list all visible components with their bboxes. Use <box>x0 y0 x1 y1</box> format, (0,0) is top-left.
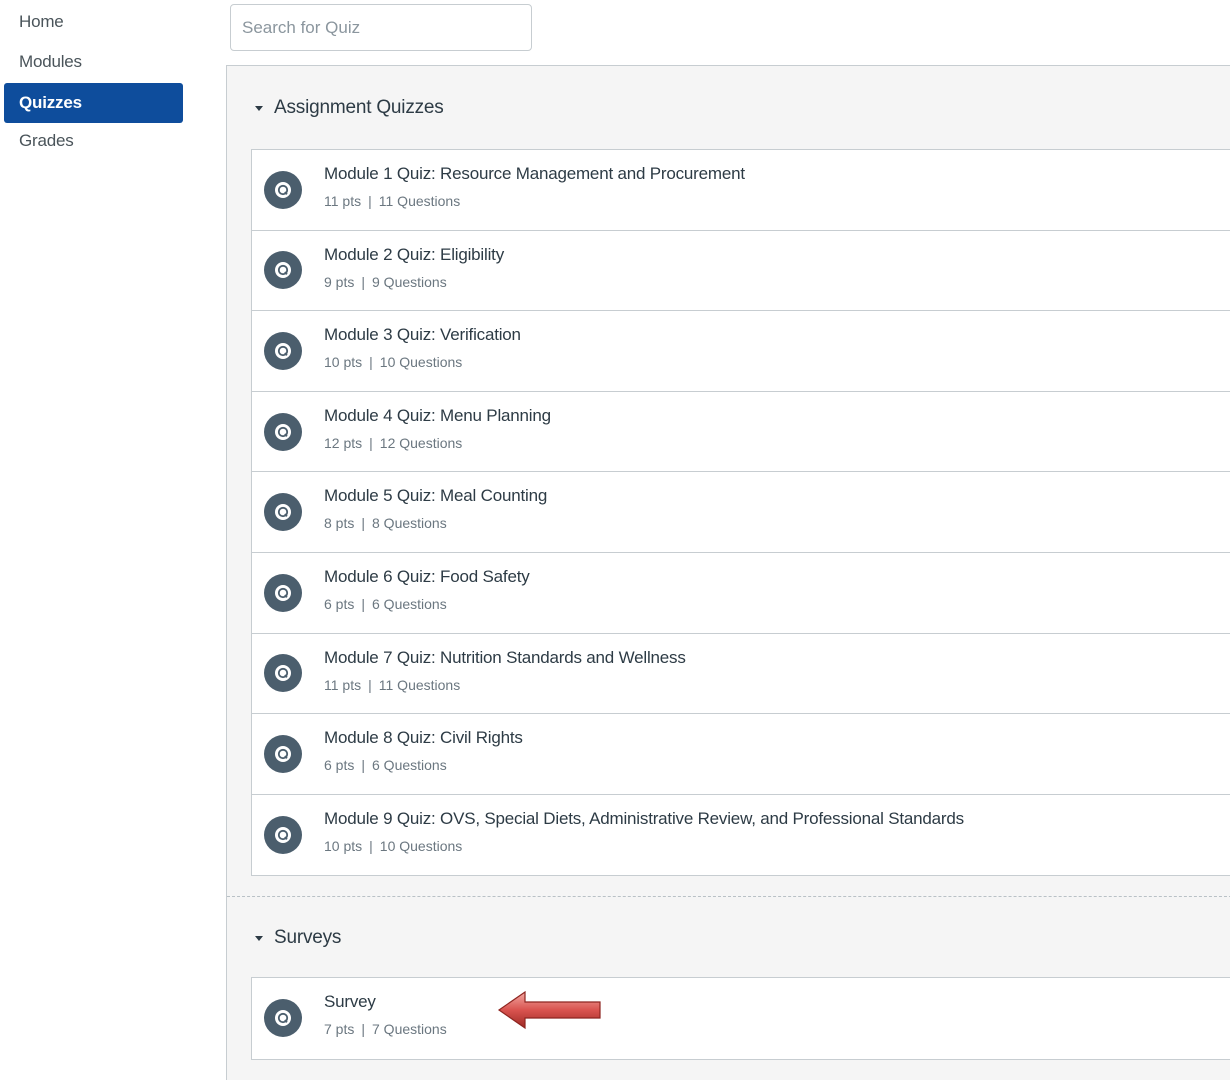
quiz-meta: 11 pts | 11 Questions <box>324 193 460 209</box>
quiz-question-count: 10 Questions <box>379 354 463 371</box>
quizzes-page: Home Modules Quizzes Grades Assignment Q… <box>0 0 1230 1080</box>
group-divider <box>227 896 1230 897</box>
nav-item-quizzes[interactable]: Quizzes <box>4 83 183 123</box>
quiz-rocket-icon <box>264 816 302 855</box>
quiz-title[interactable]: Module 8 Quiz: Civil Rights <box>324 728 523 748</box>
quiz-row[interactable]: Survey 7 pts | 7 Questions <box>252 978 1230 1059</box>
caret-down-icon <box>255 105 263 111</box>
quiz-points: 12 pts <box>324 434 363 451</box>
quiz-rocket-icon <box>264 654 302 693</box>
meta-separator: | <box>368 193 372 209</box>
quiz-row[interactable]: Module 1 Quiz: Resource Management and P… <box>252 150 1230 231</box>
quiz-groups-container: Assignment Quizzes Module 1 Quiz: Resour… <box>226 65 1230 1080</box>
quiz-meta: 11 pts | 11 Questions <box>324 677 460 693</box>
quiz-title[interactable]: Module 4 Quiz: Menu Planning <box>324 406 551 426</box>
quiz-meta: 6 pts | 6 Questions <box>324 596 447 612</box>
quiz-row[interactable]: Module 7 Quiz: Nutrition Standards and W… <box>252 634 1230 715</box>
quiz-row[interactable]: Module 2 Quiz: Eligibility 9 pts | 9 Quest… <box>252 231 1230 312</box>
surveys-list: Survey 7 pts | 7 Questions <box>251 977 1230 1060</box>
quiz-points: 8 pts <box>324 515 355 532</box>
meta-separator: | <box>361 1021 365 1037</box>
quiz-title[interactable]: Module 9 Quiz: OVS, Special Diets, Admin… <box>324 809 964 829</box>
group-title: Assignment Quizzes <box>274 97 444 118</box>
left-arrow-annotation <box>497 990 601 1030</box>
quiz-rocket-icon <box>264 493 302 532</box>
quiz-title[interactable]: Module 3 Quiz: Verification <box>324 325 521 345</box>
quiz-points: 10 pts <box>324 354 363 371</box>
quiz-question-count: 7 Questions <box>372 1021 447 1037</box>
quiz-row[interactable]: Module 6 Quiz: Food Safety 6 pts | 6 Quest… <box>252 553 1230 634</box>
quiz-title[interactable]: Module 2 Quiz: Eligibility <box>324 245 504 265</box>
quiz-meta: 9 pts | 9 Questions <box>324 274 447 290</box>
assignment-quizzes-list: Module 1 Quiz: Resource Management and P… <box>251 149 1230 877</box>
group-header-assignment-quizzes[interactable]: Assignment Quizzes <box>255 93 444 123</box>
quiz-meta: 10 pts | 10 Questions <box>324 838 462 854</box>
quiz-title[interactable]: Module 5 Quiz: Meal Counting <box>324 486 547 506</box>
quiz-points: 11 pts <box>324 193 362 209</box>
search-quiz-input[interactable] <box>230 4 532 51</box>
quiz-points: 11 pts <box>324 676 362 693</box>
caret-down-icon <box>255 935 263 941</box>
quiz-rocket-icon <box>264 573 302 612</box>
nav-item-home[interactable]: Home <box>4 2 183 42</box>
quiz-title[interactable]: Module 7 Quiz: Nutrition Standards and W… <box>324 648 686 668</box>
quiz-row[interactable]: Module 5 Quiz: Meal Counting 8 pts | 8 Que… <box>252 472 1230 553</box>
meta-separator: | <box>361 515 365 532</box>
quiz-meta: 12 pts | 12 Questions <box>324 435 462 451</box>
meta-separator: | <box>361 273 365 290</box>
quiz-title[interactable]: Survey <box>324 992 376 1012</box>
meta-separator: | <box>369 837 373 854</box>
quiz-points: 6 pts <box>324 757 355 774</box>
quiz-meta: 6 pts | 6 Questions <box>324 757 447 773</box>
quiz-meta: 8 pts | 8 Questions <box>324 515 447 531</box>
quiz-question-count: 6 Questions <box>372 757 447 774</box>
meta-separator: | <box>368 676 372 693</box>
quiz-row[interactable]: Module 9 Quiz: OVS, Special Diets, Admin… <box>252 795 1230 876</box>
quiz-row[interactable]: Module 8 Quiz: Civil Rights 6 pts | 6 Ques… <box>252 714 1230 795</box>
quiz-points: 6 pts <box>324 595 355 612</box>
quiz-rocket-icon <box>264 999 302 1038</box>
quiz-rocket-icon <box>264 251 302 290</box>
quiz-question-count: 10 Questions <box>379 837 463 854</box>
nav-item-modules[interactable]: Modules <box>4 42 183 82</box>
quiz-points: 7 pts <box>324 1021 355 1037</box>
meta-separator: | <box>361 757 365 774</box>
group-header-surveys[interactable]: Surveys <box>255 923 341 953</box>
quiz-title[interactable]: Module 1 Quiz: Resource Management and P… <box>324 164 745 184</box>
quiz-meta: 7 pts | 7 Questions <box>324 1021 447 1037</box>
quiz-rocket-icon <box>264 412 302 451</box>
quiz-rocket-icon <box>264 331 302 370</box>
quiz-meta: 10 pts | 10 Questions <box>324 354 462 370</box>
quiz-question-count: 8 Questions <box>372 515 447 532</box>
quiz-row[interactable]: Module 3 Quiz: Verification 10 pts | 10 Qu… <box>252 311 1230 392</box>
quiz-question-count: 11 Questions <box>378 676 461 693</box>
meta-separator: | <box>369 354 373 371</box>
quiz-row[interactable]: Module 4 Quiz: Menu Planning 12 pts | 12 Q… <box>252 392 1230 473</box>
meta-separator: | <box>369 434 373 451</box>
quiz-question-count: 11 Questions <box>378 193 461 209</box>
quiz-question-count: 12 Questions <box>379 434 463 451</box>
meta-separator: | <box>361 595 365 612</box>
quiz-points: 9 pts <box>324 273 355 290</box>
quiz-question-count: 6 Questions <box>372 595 447 612</box>
group-title: Surveys <box>274 927 342 948</box>
quiz-points: 10 pts <box>324 837 363 854</box>
quiz-title[interactable]: Module 6 Quiz: Food Safety <box>324 567 530 587</box>
quiz-question-count: 9 Questions <box>372 273 447 290</box>
quiz-rocket-icon <box>264 170 302 209</box>
nav-item-grades[interactable]: Grades <box>4 121 183 161</box>
quiz-rocket-icon <box>264 734 302 773</box>
